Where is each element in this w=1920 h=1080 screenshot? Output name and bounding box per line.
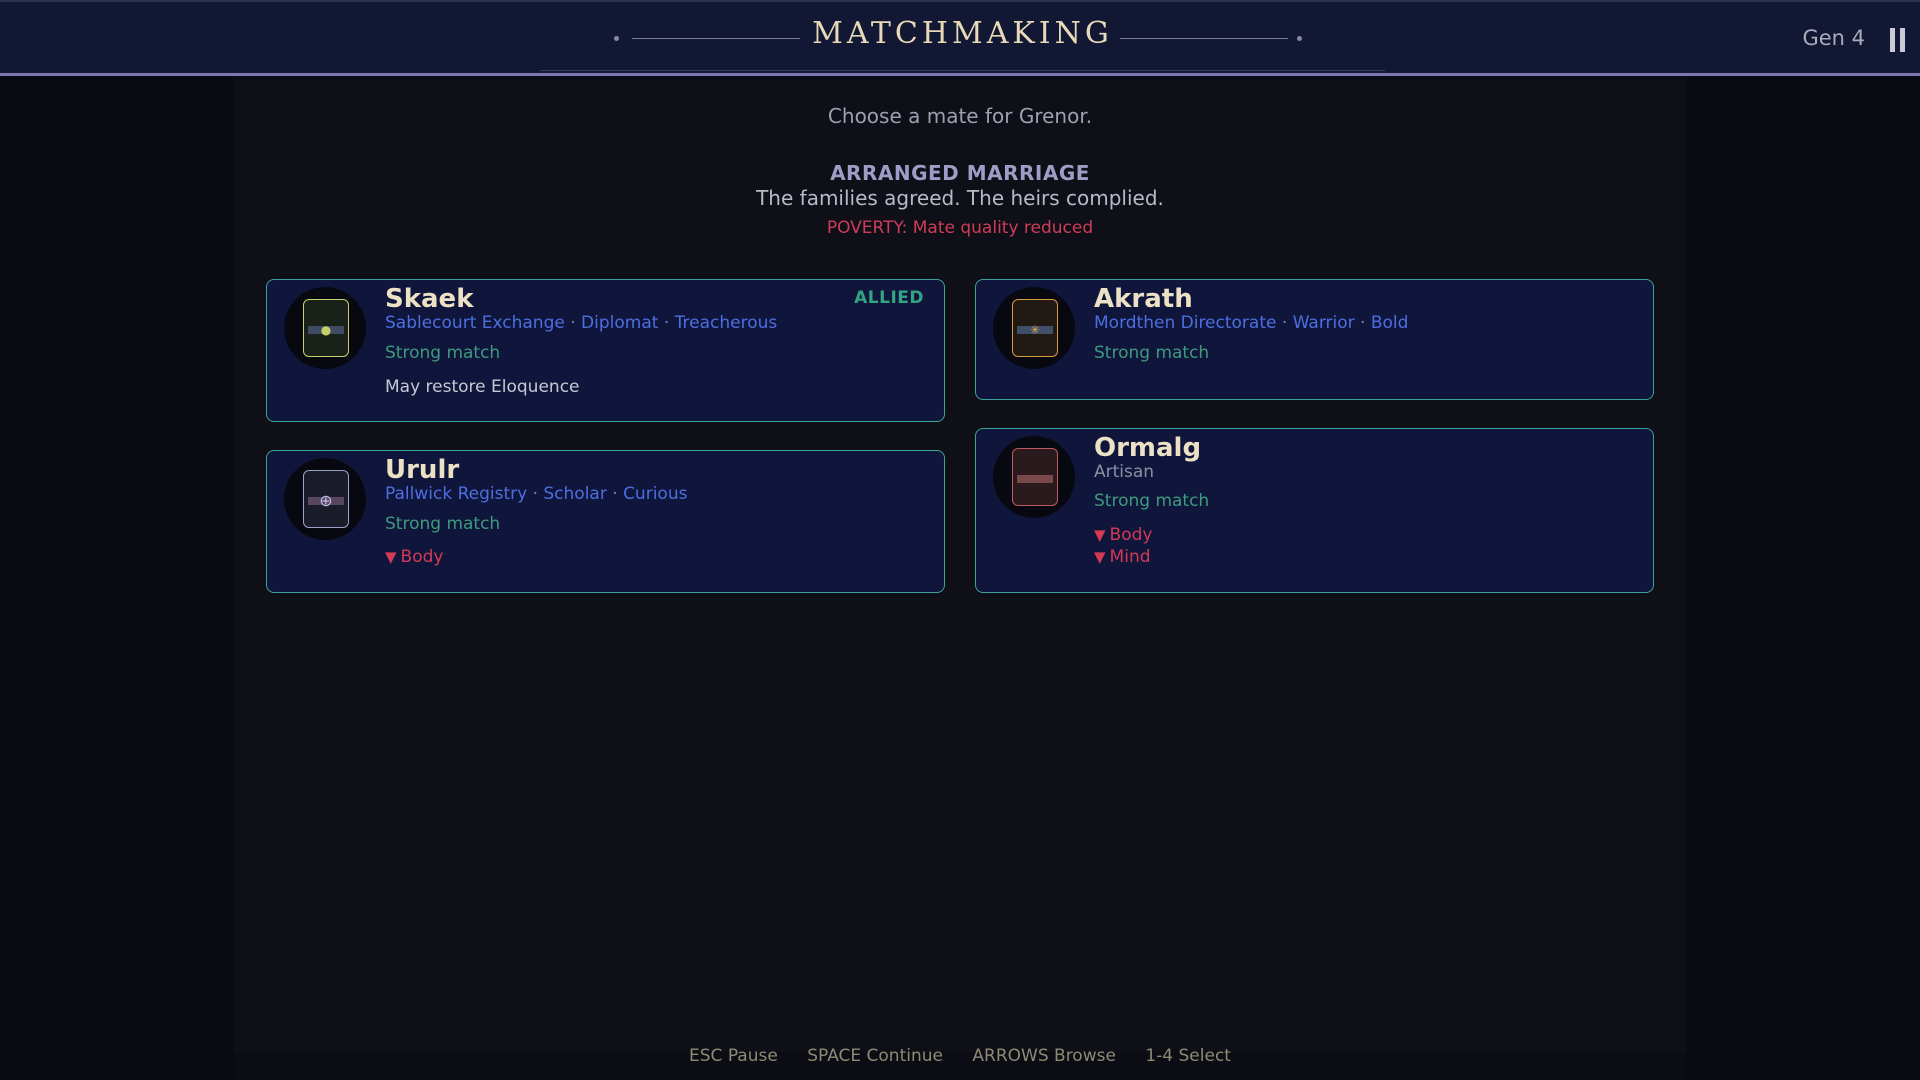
candidate-avatar	[993, 436, 1075, 518]
title-ornament: MATCHMAKING	[540, 2, 1385, 74]
trait-separator: ·	[1360, 313, 1371, 333]
candidate-avatar: ✳	[993, 287, 1075, 369]
allied-badge: ALLIED	[854, 288, 924, 308]
stat-debuff: ▼ Mind	[1094, 547, 1151, 567]
candidate-card-ormalg[interactable]: Ormalg Artisan Strong match ▼ Body ▼ Mind	[975, 428, 1654, 593]
candidate-house: Pallwick Registry	[385, 484, 528, 504]
crest-band	[1017, 475, 1053, 483]
candidate-role: Artisan	[1094, 462, 1155, 482]
trait-separator: ·	[1281, 313, 1293, 333]
hint-pause: ESC Pause	[689, 1046, 778, 1066]
trait-separator: ·	[612, 484, 624, 504]
debuff-label: Body	[1109, 525, 1153, 545]
candidate-avatar: ●	[284, 287, 366, 369]
candidate-traits: Pallwick Registry · Scholar · Curious	[385, 484, 687, 504]
match-quality: Strong match	[1094, 343, 1210, 363]
candidate-traits: Mordthen Directorate · Warrior · Bold	[1094, 313, 1408, 333]
candidate-name: Akrath	[1094, 284, 1193, 314]
debuff-label: Body	[400, 547, 444, 567]
candidate-card-akrath[interactable]: ✳ Akrath Mordthen Directorate · Warrior …	[975, 279, 1654, 400]
down-arrow-icon: ▼	[1094, 526, 1106, 544]
debuff-label: Mind	[1109, 547, 1151, 567]
stat-debuff: ▼ Body	[385, 547, 443, 567]
candidate-name: Ormalg	[1094, 433, 1202, 463]
crest-compass-icon: ⊕	[319, 491, 333, 510]
match-quality: Strong match	[385, 514, 501, 534]
down-arrow-icon: ▼	[1094, 548, 1106, 566]
candidate-role: Warrior	[1292, 313, 1355, 333]
crest-dot-icon: ●	[320, 323, 332, 337]
candidate-house: Sablecourt Exchange	[385, 313, 565, 333]
candidate-card-urulr[interactable]: ⊕ Urulr Pallwick Registry · Scholar · Cu…	[266, 450, 945, 593]
event-title: ARRANGED MARRIAGE	[830, 161, 1090, 185]
match-quality: Strong match	[385, 343, 501, 363]
house-crest-icon: ⊕	[303, 470, 349, 528]
title-underline	[540, 70, 1385, 71]
candidate-trait: Bold	[1370, 313, 1409, 333]
candidate-trait: Curious	[623, 484, 688, 504]
trait-separator: ·	[570, 313, 582, 333]
choose-prompt: Choose a mate for Grenor.	[827, 104, 1093, 128]
screen-title: MATCHMAKING	[812, 16, 1113, 51]
poverty-warning: POVERTY: Mate quality reduced	[826, 218, 1094, 238]
top-bar: MATCHMAKING Gen 4	[0, 0, 1920, 76]
crest-star-icon: ✳	[1029, 323, 1041, 337]
match-quality: Strong match	[1094, 491, 1210, 511]
candidate-name: Skaek	[385, 284, 474, 314]
candidate-avatar: ⊕	[284, 458, 366, 540]
candidate-card-skaek[interactable]: ● Skaek ALLIED Sablecourt Exchange · Dip…	[266, 279, 945, 422]
candidate-traits: Sablecourt Exchange · Diplomat · Treache…	[385, 313, 777, 333]
candidate-role: Diplomat	[581, 313, 659, 333]
event-description: The families agreed. The heirs complied.	[756, 186, 1164, 210]
control-hints: ESC Pause SPACE Continue ARROWS Browse 1…	[0, 1046, 1920, 1066]
hint-select: 1-4 Select	[1145, 1046, 1231, 1066]
candidate-name: Urulr	[385, 455, 460, 485]
hint-browse: ARROWS Browse	[972, 1046, 1116, 1066]
pause-icon[interactable]	[1890, 28, 1906, 52]
candidate-house: Mordthen Directorate	[1094, 313, 1277, 333]
house-crest-icon: ●	[303, 299, 349, 357]
candidate-trait: Treacherous	[674, 313, 778, 333]
down-arrow-icon: ▼	[385, 548, 397, 566]
candidate-role: Scholar	[543, 484, 607, 504]
hint-continue: SPACE Continue	[807, 1046, 943, 1066]
house-crest-icon: ✳	[1012, 299, 1058, 357]
trait-separator: ·	[663, 313, 675, 333]
stat-debuff: ▼ Body	[1094, 525, 1152, 545]
generation-counter: Gen 4	[1802, 26, 1865, 50]
trait-separator: ·	[532, 484, 544, 504]
candidate-note: May restore Eloquence	[385, 377, 580, 397]
house-crest-icon	[1012, 448, 1058, 506]
